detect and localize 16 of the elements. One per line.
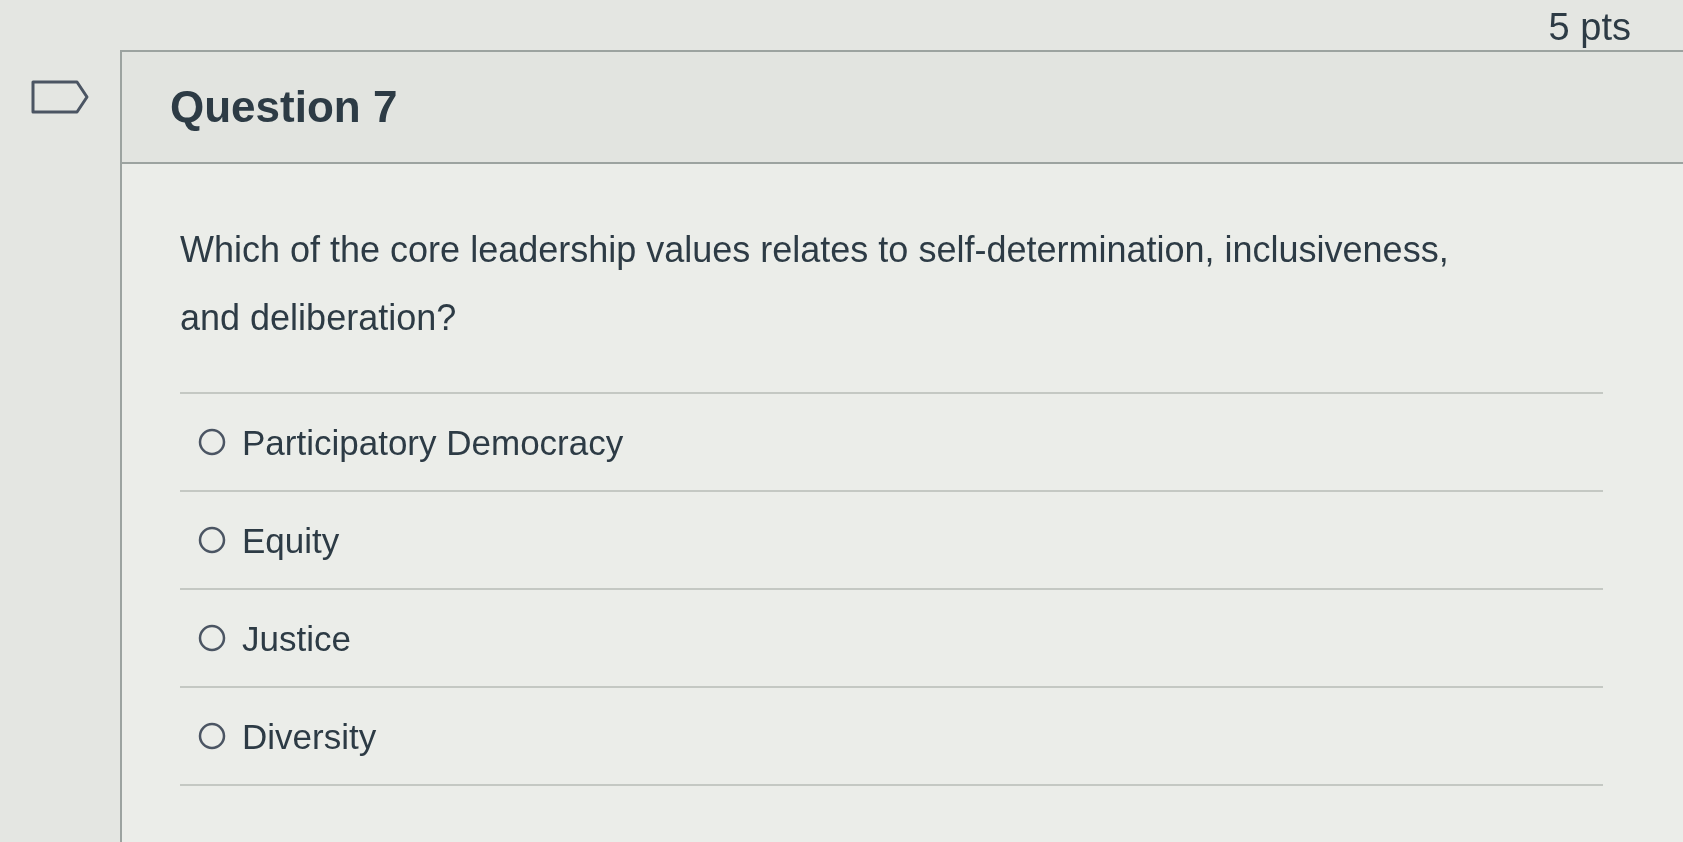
answer-label: Equity [242, 522, 340, 558]
answer-label: Justice [242, 620, 351, 656]
answer-option[interactable]: Equity [180, 492, 1603, 590]
radio-button[interactable] [198, 428, 226, 456]
flag-icon[interactable] [31, 80, 89, 114]
radio-button[interactable] [198, 526, 226, 554]
points-label: 5 pts [1548, 8, 1631, 46]
question-text: Which of the core leadership values relates to self-determination, inclusiveness, and deliberation? [180, 228, 1450, 340]
radio-button[interactable] [198, 722, 226, 750]
answer-option[interactable]: Participatory Democracy [180, 394, 1603, 492]
answer-label: Diversity [242, 718, 377, 754]
answer-label: Participatory Democracy [242, 424, 624, 460]
answer-option[interactable]: Justice [180, 590, 1603, 688]
answer-option[interactable]: Diversity [180, 688, 1603, 786]
radio-button[interactable] [198, 624, 226, 652]
question-title: Question 7 [170, 85, 398, 129]
